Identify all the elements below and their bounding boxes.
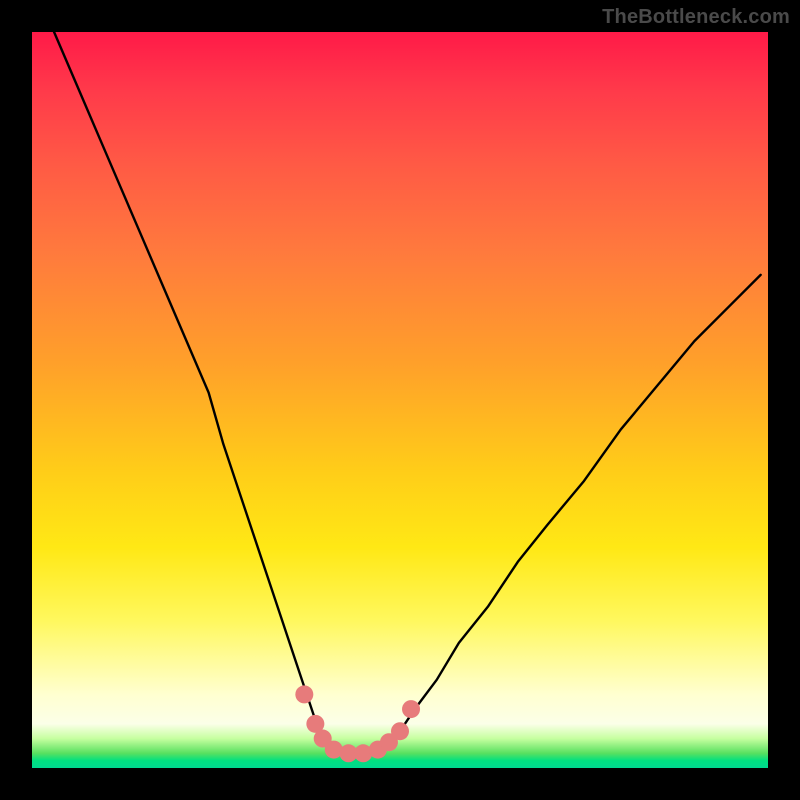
chart-svg — [32, 32, 768, 768]
marker-dot — [391, 722, 409, 740]
bottleneck-curve — [54, 32, 761, 753]
chart-stage: TheBottleneck.com — [0, 0, 800, 800]
watermark-text: TheBottleneck.com — [602, 6, 790, 29]
plot-area — [32, 32, 768, 768]
marker-dot — [402, 700, 420, 718]
low-bottleneck-markers — [295, 685, 420, 762]
marker-dot — [295, 685, 313, 703]
